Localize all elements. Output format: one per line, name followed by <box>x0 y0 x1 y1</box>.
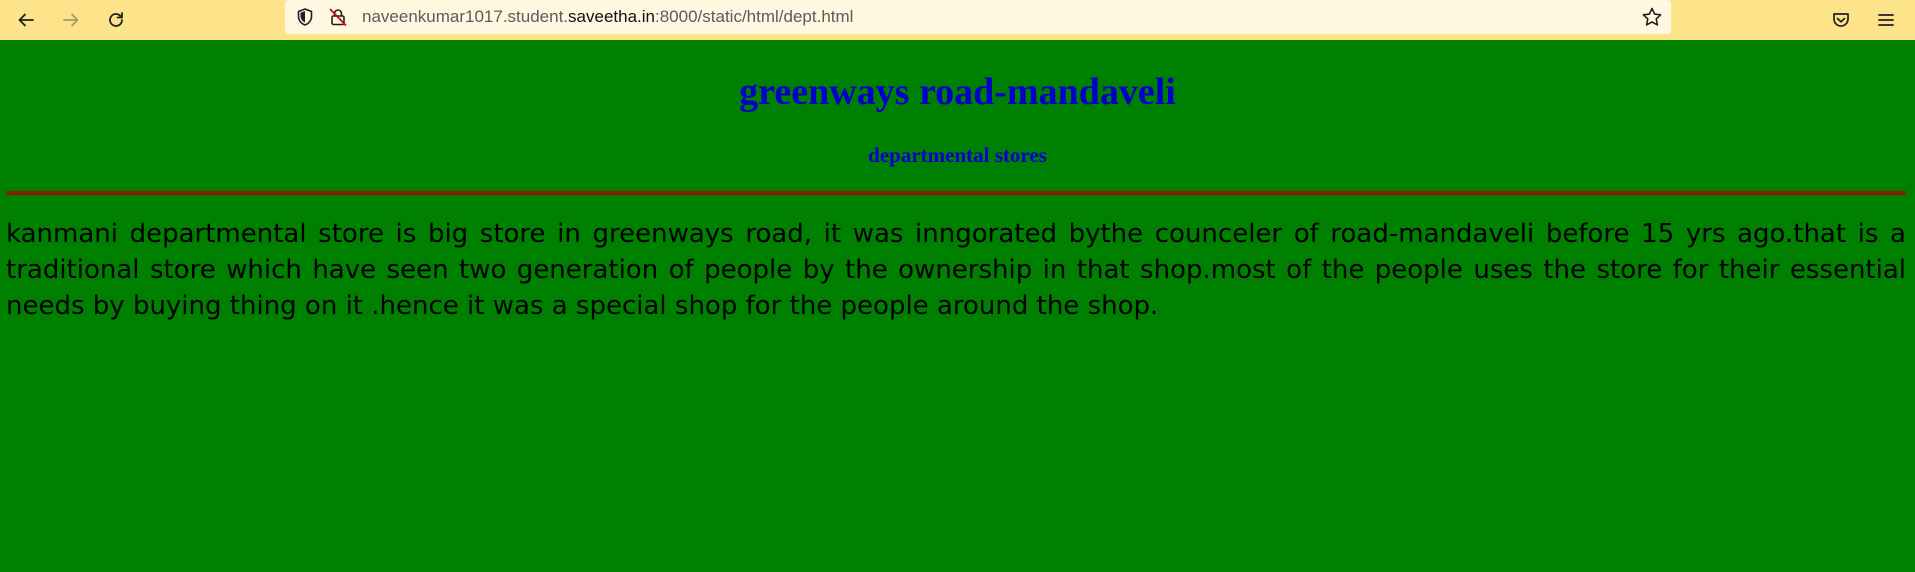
menu-button[interactable] <box>1870 4 1902 36</box>
arrow-right-icon <box>63 13 79 27</box>
store-description: kanmani departmental store is big store … <box>6 219 1906 321</box>
browser-toolbar: naveenkumar1017.student.saveetha.in:8000… <box>0 0 1915 40</box>
url-suffix: :8000/static/html/dept.html <box>655 7 854 26</box>
address-bar[interactable]: naveenkumar1017.student.saveetha.in:8000… <box>285 0 1671 34</box>
reload-button[interactable] <box>100 4 132 36</box>
url-text[interactable]: naveenkumar1017.student.saveetha.in:8000… <box>362 0 853 34</box>
page-content: greenways road-mandaveli departmental st… <box>0 40 1915 572</box>
bookmark-star-icon[interactable] <box>1641 6 1663 28</box>
reload-icon <box>109 12 123 27</box>
back-button[interactable] <box>10 4 42 36</box>
page-title: greenways road-mandaveli <box>739 71 1176 113</box>
forward-button[interactable] <box>55 4 87 36</box>
insecure-lock-icon[interactable] <box>328 7 348 27</box>
page-subtitle: departmental stores <box>868 143 1047 167</box>
pocket-button[interactable] <box>1825 4 1857 36</box>
url-prefix: naveenkumar1017.student. <box>362 7 569 26</box>
hamburger-menu-icon <box>1878 14 1894 26</box>
pocket-icon <box>1833 13 1849 27</box>
tracking-protection-shield-icon[interactable] <box>295 7 315 27</box>
arrow-left-icon <box>18 13 34 27</box>
url-host: saveetha.in <box>568 7 655 26</box>
horizontal-divider <box>6 191 1906 195</box>
